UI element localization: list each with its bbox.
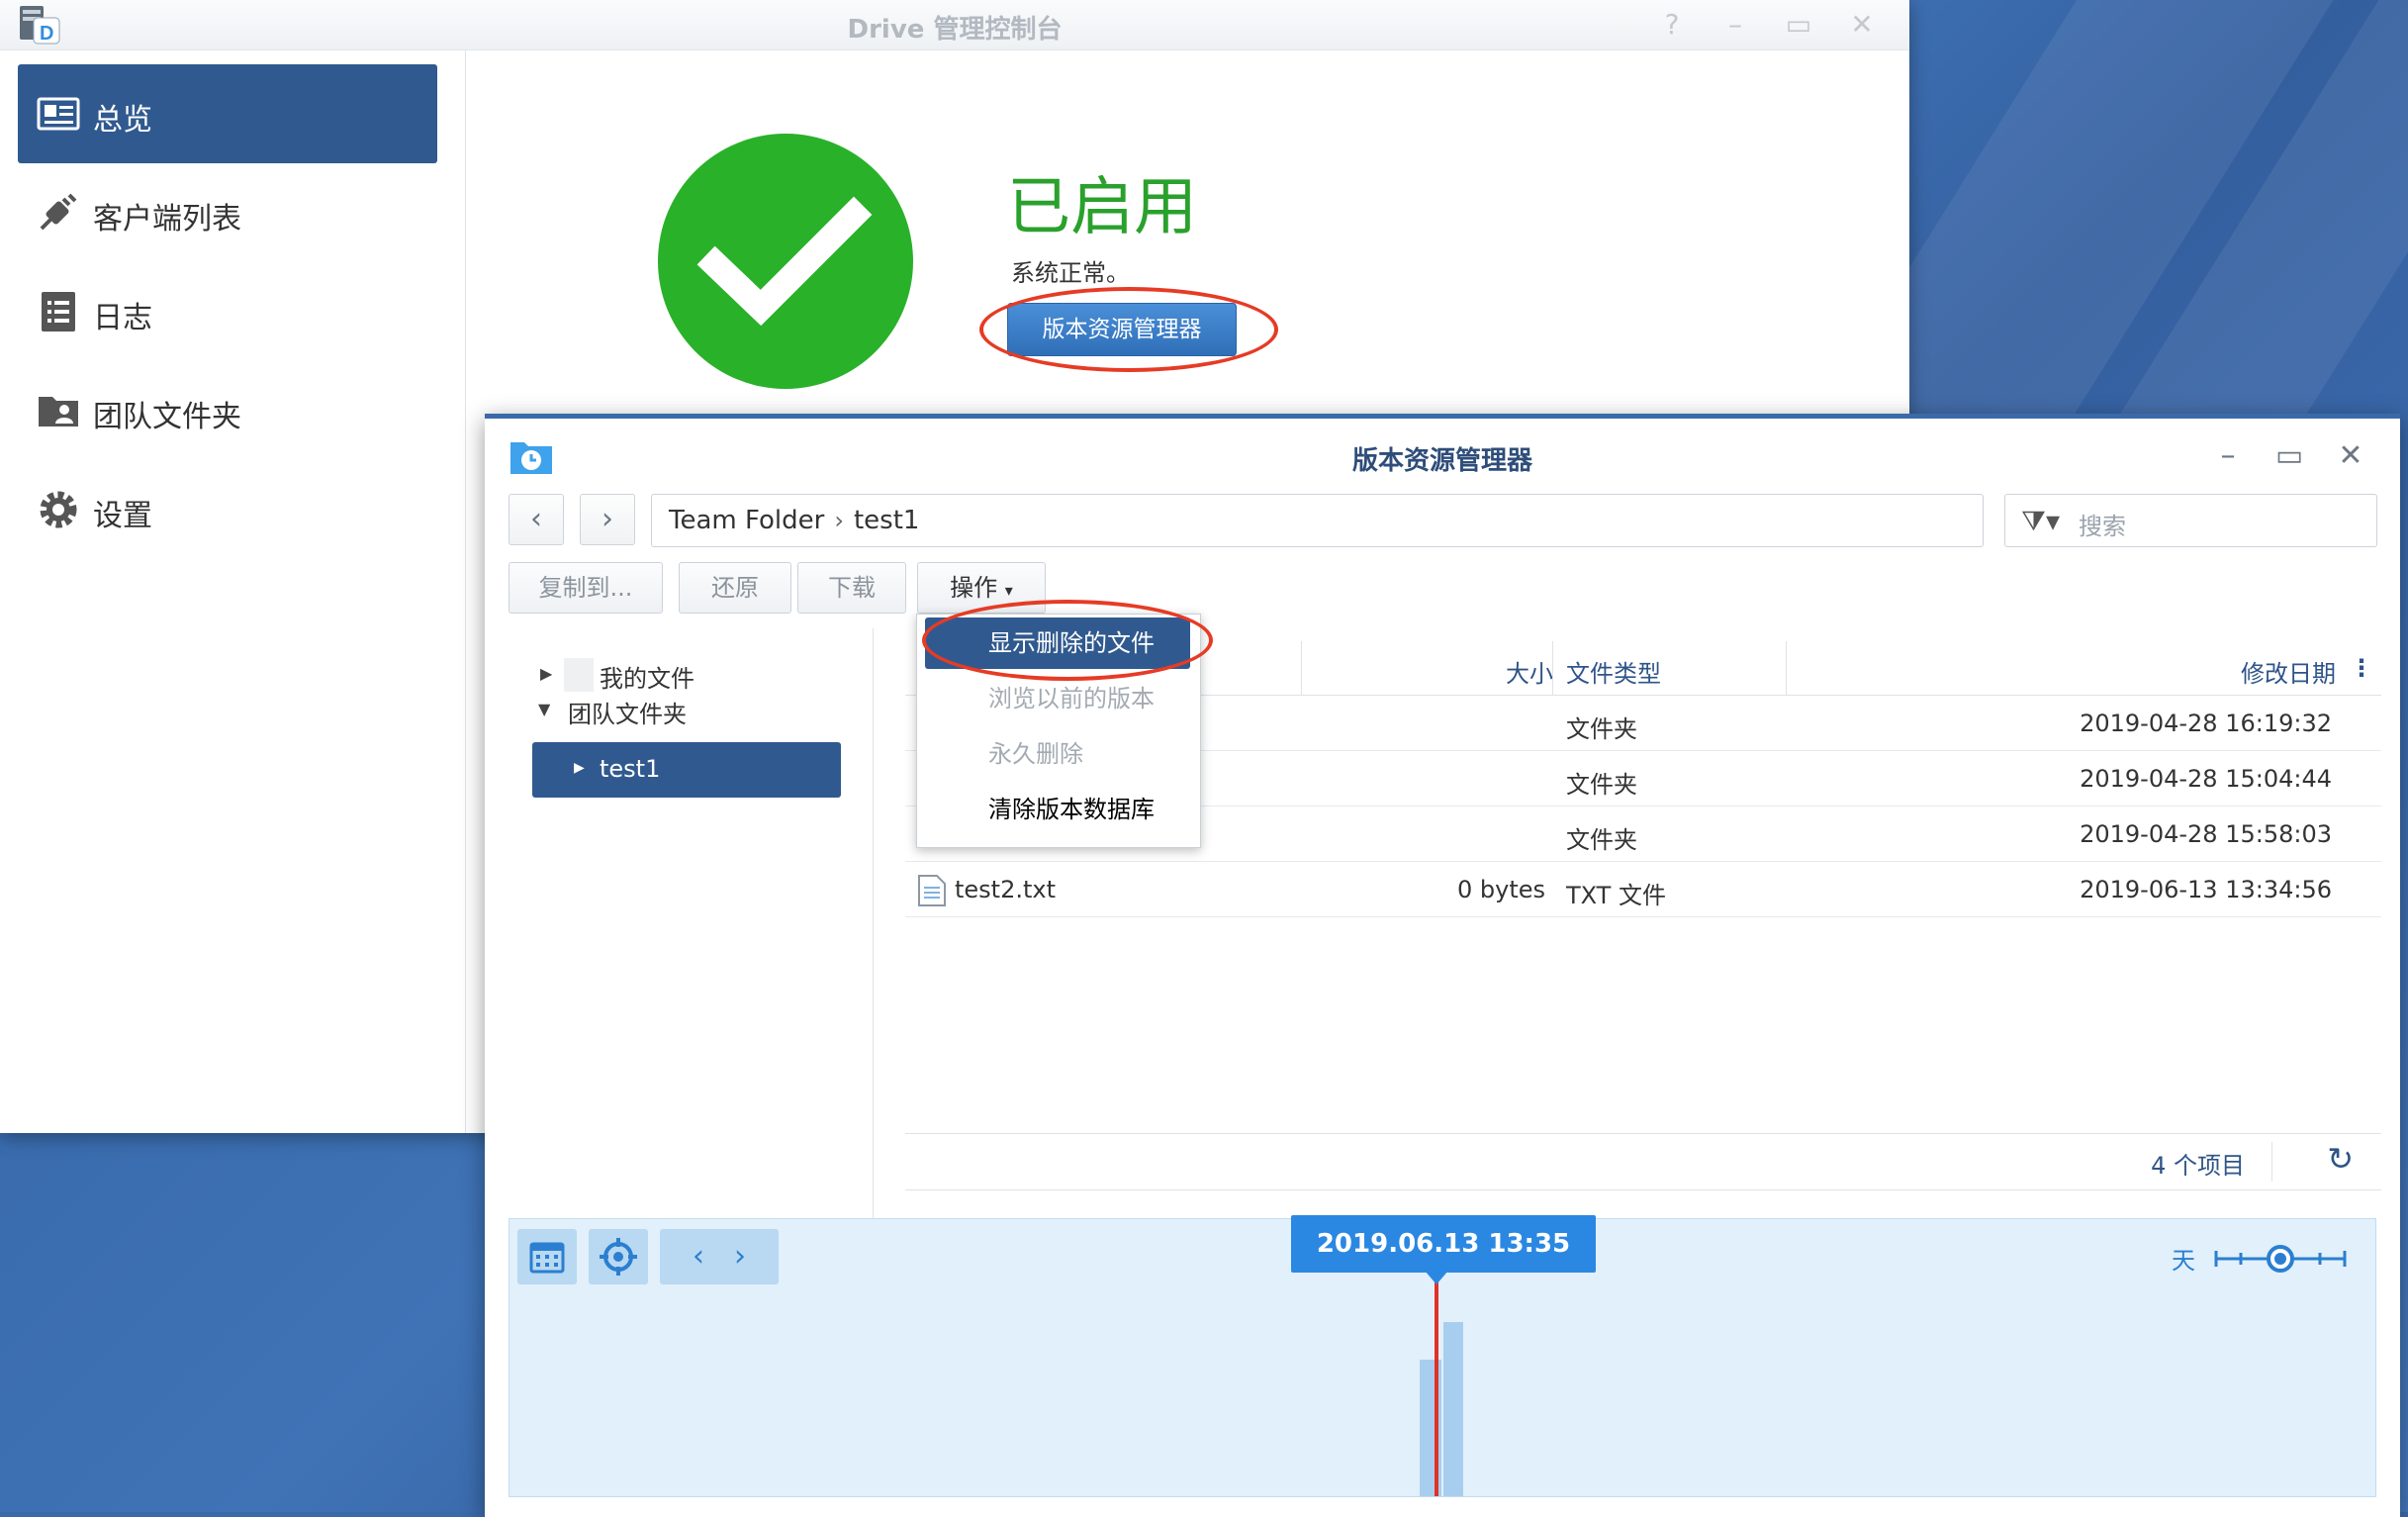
column-divider: [1301, 641, 1302, 695]
chevron-right-icon: ›: [834, 507, 844, 534]
titlebar: 版本资源管理器 – ▭ ✕: [485, 419, 2400, 494]
timeline-current-date: 2019.06.13 13:35: [1291, 1215, 1596, 1273]
chevron-right-icon[interactable]: ›: [734, 1239, 746, 1274]
tree-item-label: test1: [600, 755, 661, 783]
maximize-icon[interactable]: ▭: [1782, 8, 1815, 42]
team-folder-icon: [39, 397, 78, 427]
table-row[interactable]: test2.txt 0 bytes TXT 文件 2019-06-13 13:3…: [905, 862, 2381, 917]
menu-item-clear-db[interactable]: 清除版本数据库: [925, 784, 1190, 835]
zoom-slider[interactable]: [2213, 1241, 2348, 1277]
window-title: 版本资源管理器: [1351, 446, 1532, 476]
timeline: ‹ › 2019.06.13 13:35 天: [509, 1215, 2376, 1497]
search-input[interactable]: ⧩▾ 搜索: [2004, 494, 2377, 547]
copy-to-button[interactable]: 复制到...: [509, 562, 663, 614]
item-count: 4 个项目: [2151, 1152, 2245, 1180]
cell-modified: 2019-04-28 15:04:44: [2080, 765, 2332, 793]
help-icon[interactable]: ?: [1655, 8, 1689, 42]
highlight-annotation: [922, 600, 1213, 681]
status-title: 已启用: [1007, 171, 1197, 244]
actions-label: 操作: [950, 574, 998, 602]
cell-modified: 2019-04-28 16:19:32: [2080, 710, 2332, 737]
close-icon[interactable]: ✕: [1845, 8, 1879, 42]
timeline-current-marker[interactable]: [1435, 1273, 1438, 1496]
sidebar-item-label: 日志: [93, 301, 152, 335]
maximize-icon[interactable]: ▭: [2271, 438, 2307, 474]
back-button[interactable]: ‹: [509, 494, 564, 545]
chevron-right-icon: ›: [602, 502, 613, 536]
column-header-type[interactable]: 文件类型: [1566, 654, 1661, 689]
column-menu-icon[interactable]: ⋮: [2350, 654, 2373, 682]
overview-card-icon: [37, 97, 80, 131]
cell-modified: 2019-06-13 13:34:56: [2080, 876, 2332, 903]
window-title: Drive 管理控制台: [847, 15, 1063, 45]
sidebar-item-label: 总览: [93, 103, 152, 138]
minimize-icon[interactable]: –: [2210, 438, 2246, 474]
forward-button[interactable]: ›: [580, 494, 635, 545]
sidebar-item-label: 设置: [93, 499, 152, 533]
gear-icon: [40, 491, 77, 528]
chevron-left-icon[interactable]: ‹: [693, 1239, 704, 1274]
cell-type: 文件夹: [1566, 826, 1637, 854]
sidebar-item-label: 客户端列表: [93, 202, 241, 237]
column-header-size[interactable]: 大小: [1506, 654, 1553, 689]
tree-item-team-folder[interactable]: 团队文件夹: [568, 695, 687, 729]
restore-button[interactable]: 还原: [679, 562, 791, 614]
tree-item-my-files[interactable]: 我的文件: [600, 659, 695, 694]
locate-icon[interactable]: [589, 1229, 648, 1284]
calendar-icon[interactable]: [517, 1229, 577, 1284]
column-header-modified[interactable]: 修改日期: [2241, 654, 2336, 689]
sidebar-item-settings[interactable]: 设置: [18, 460, 437, 559]
expand-arrow-icon[interactable]: ▶: [540, 664, 552, 683]
cell-modified: 2019-04-28 15:58:03: [2080, 820, 2332, 848]
text-file-icon: [918, 875, 946, 906]
cell-type: 文件夹: [1566, 715, 1637, 743]
status-description: 系统正常。: [1011, 259, 1130, 287]
date-pointer-icon: [1425, 1271, 1448, 1284]
plug-icon: [40, 193, 77, 231]
sidebar-item-overview[interactable]: 总览: [18, 64, 437, 163]
zoom-unit-label: 天: [2172, 1247, 2195, 1275]
filter-icon[interactable]: ⧩▾: [2021, 505, 2060, 538]
cell-type: TXT 文件: [1566, 882, 1666, 909]
tree-item-test1[interactable]: ▶ test1: [532, 742, 841, 798]
cell-size: 0 bytes: [1456, 876, 1545, 903]
log-list-icon: [42, 292, 75, 332]
version-explorer-window: 版本资源管理器 – ▭ ✕ ‹ › Team Folder › test1 ⧩▾ 搜…: [485, 414, 2400, 1517]
sidebar-item-clients[interactable]: 客户端列表: [18, 163, 437, 262]
sidebar-item-label: 团队文件夹: [93, 400, 241, 434]
sidebar: 总览 客户端列表 日志 团队文件夹 设置: [0, 49, 466, 1133]
highlight-annotation: [979, 287, 1278, 372]
grid-footer: 4 个项目 ↻: [905, 1133, 2381, 1190]
titlebar: D Drive 管理控制台 ? – ▭ ✕: [0, 0, 1909, 50]
breadcrumb-item[interactable]: Team Folder: [669, 506, 824, 535]
column-divider: [1552, 641, 1553, 695]
refresh-icon[interactable]: ↻: [2327, 1140, 2354, 1178]
close-icon[interactable]: ✕: [2333, 438, 2368, 474]
checkmark-icon: [696, 196, 873, 327]
cell-name: test2.txt: [955, 876, 1057, 903]
folder-tree: ▶ 我的文件 ▼ 团队文件夹 ▶ test1: [485, 628, 874, 1309]
breadcrumb[interactable]: Team Folder › test1: [651, 494, 1984, 547]
breadcrumb-item[interactable]: test1: [854, 506, 919, 535]
user-avatar: [564, 658, 594, 692]
sidebar-item-logs[interactable]: 日志: [18, 262, 437, 361]
download-button[interactable]: 下载: [797, 562, 906, 614]
caret-down-icon: ▾: [1004, 581, 1013, 600]
sidebar-item-team-folder[interactable]: 团队文件夹: [18, 361, 437, 460]
status-ok-icon: [658, 134, 913, 389]
column-divider: [1786, 641, 1787, 695]
expand-arrow-icon[interactable]: ▶: [574, 760, 585, 776]
divider: [2271, 1142, 2272, 1182]
collapse-arrow-icon[interactable]: ▼: [538, 700, 550, 718]
menu-item-permanent-delete[interactable]: 永久删除: [925, 728, 1190, 780]
timeline-bar: [1443, 1322, 1463, 1496]
minimize-icon[interactable]: –: [1718, 8, 1752, 42]
chevron-left-icon: ‹: [530, 502, 542, 536]
timeline-nav: ‹ ›: [660, 1229, 779, 1284]
search-placeholder: 搜索: [2079, 513, 2126, 540]
cell-type: 文件夹: [1566, 771, 1637, 799]
